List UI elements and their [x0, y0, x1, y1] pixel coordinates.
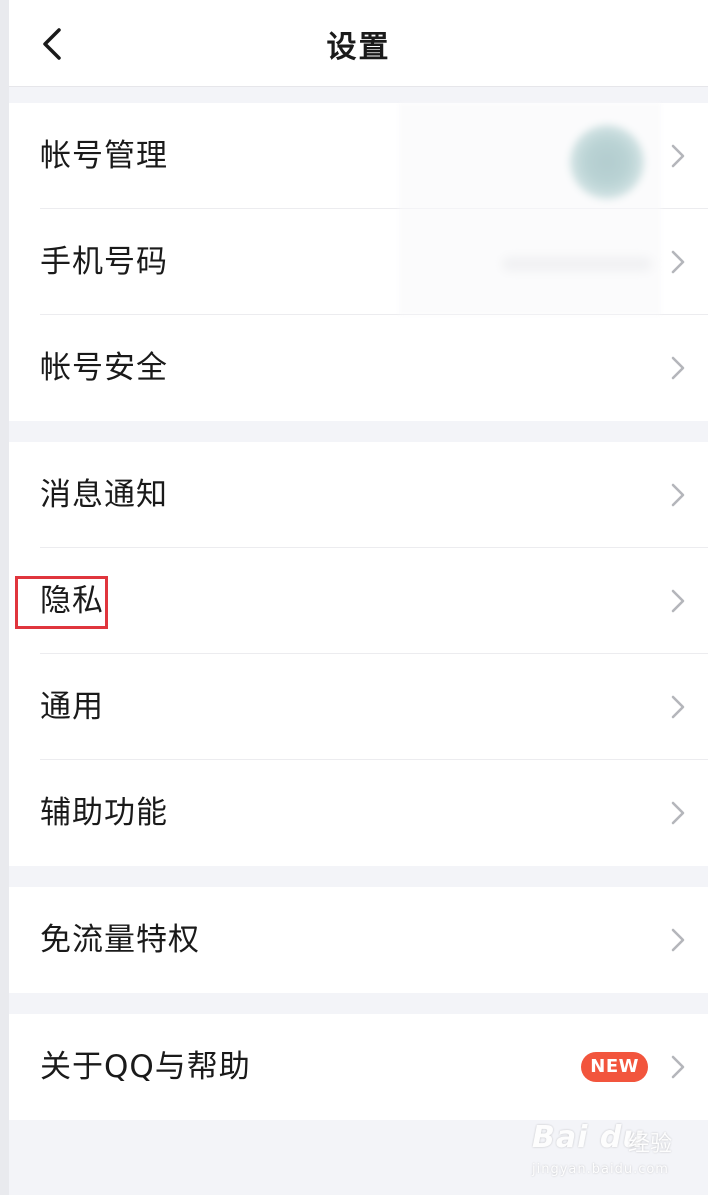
left-edge: [0, 0, 9, 1195]
chevron-right-icon: [671, 144, 685, 168]
nav-header: 设置: [9, 0, 708, 87]
item-label: 通用: [40, 689, 104, 725]
settings-item-about-help[interactable]: 关于QQ与帮助 NEW: [9, 1014, 708, 1120]
item-label: 帐号安全: [40, 350, 168, 386]
item-label: 关于QQ与帮助: [40, 1049, 251, 1085]
item-label: 免流量特权: [40, 922, 200, 958]
settings-item-privacy[interactable]: 隐私: [9, 548, 708, 654]
chevron-right-icon: [671, 483, 685, 507]
new-badge: NEW: [581, 1052, 648, 1082]
data-free-group: 免流量特权: [9, 887, 708, 993]
settings-item-accessibility[interactable]: 辅助功能: [9, 760, 708, 866]
item-label: 辅助功能: [40, 795, 168, 831]
item-label: 手机号码: [40, 244, 168, 280]
about-group: 关于QQ与帮助 NEW: [9, 1014, 708, 1120]
chevron-right-icon: [671, 1055, 685, 1079]
chevron-right-icon: [671, 589, 685, 613]
watermark: Bai du 经验 jingyan.baidu.com: [532, 1120, 672, 1182]
settings-item-notifications[interactable]: 消息通知: [9, 442, 708, 548]
settings-page: 设置 帐号管理 手机号码 帐号安全 消息通知 隐私 通用 辅助功能 免流量特权 …: [9, 0, 708, 1195]
item-label: 帐号管理: [40, 138, 168, 174]
settings-item-data-free-privilege[interactable]: 免流量特权: [9, 887, 708, 993]
watermark-suffix: 经验: [627, 1132, 672, 1157]
privacy-blur-overlay: [399, 103, 661, 315]
chevron-right-icon: [671, 356, 685, 380]
highlight-annotation: [15, 576, 108, 629]
general-group: 消息通知 隐私 通用 辅助功能: [9, 442, 708, 866]
chevron-right-icon: [671, 250, 685, 274]
page-title: 设置: [326, 30, 391, 65]
chevron-right-icon: [671, 695, 685, 719]
watermark-url: jingyan.baidu.com: [532, 1162, 669, 1177]
chevron-right-icon: [671, 928, 685, 952]
item-label: 消息通知: [40, 477, 168, 513]
settings-item-general[interactable]: 通用: [9, 654, 708, 760]
settings-item-account-security[interactable]: 帐号安全: [9, 315, 708, 421]
chevron-right-icon: [671, 801, 685, 825]
